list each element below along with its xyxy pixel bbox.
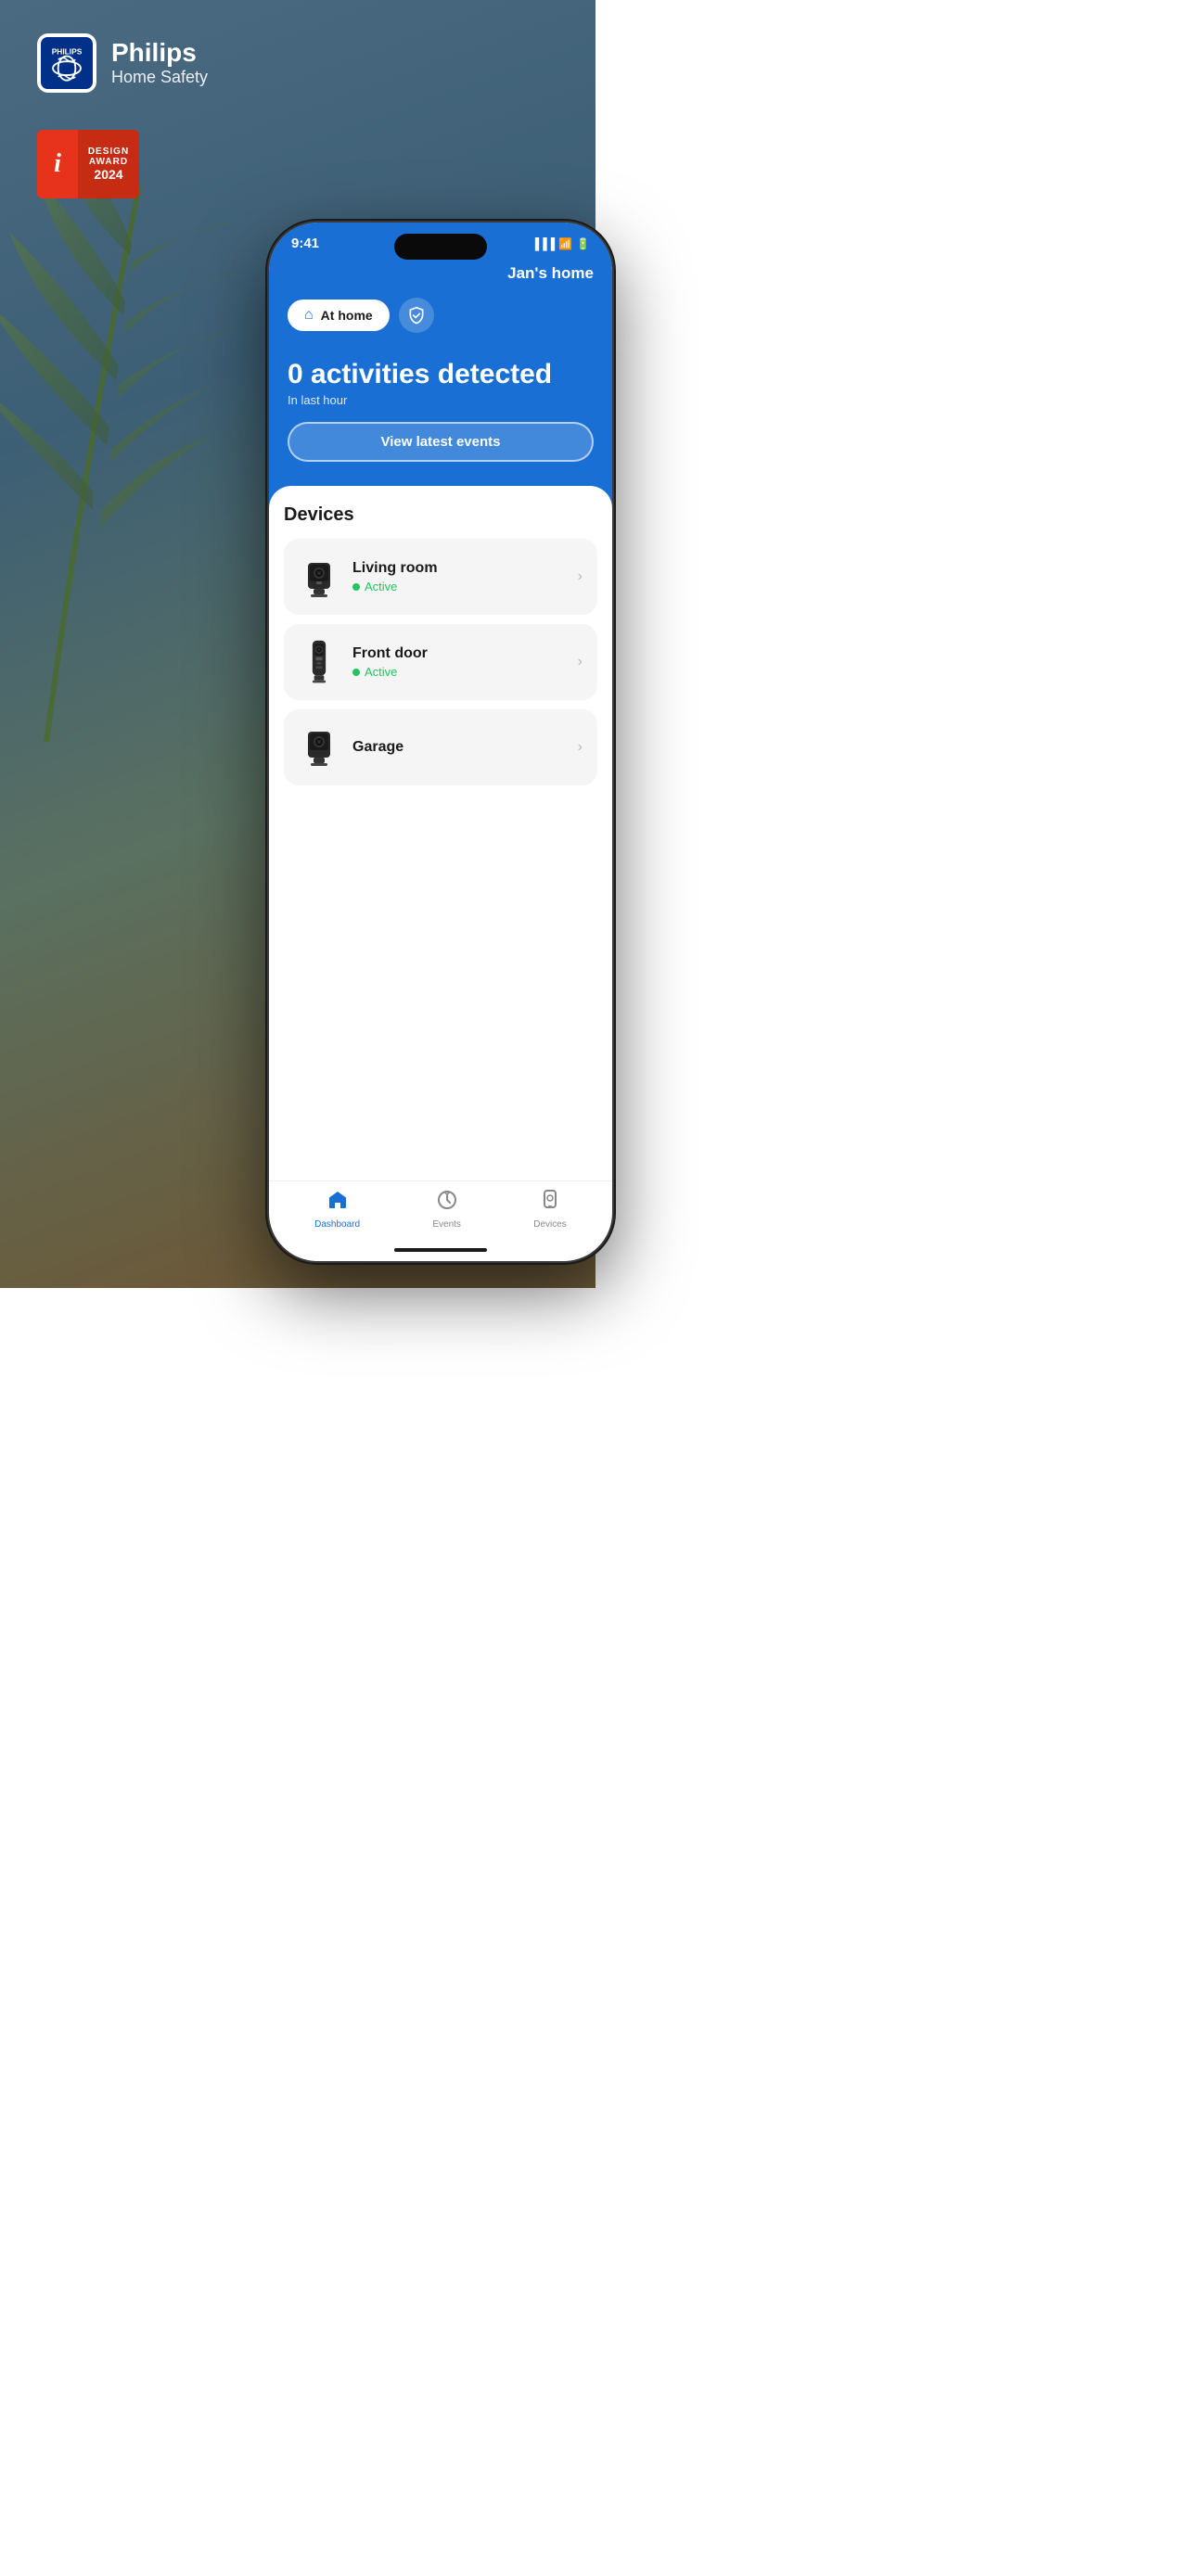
wifi-icon: 📶: [558, 237, 572, 250]
device-info-front-door: Front door Active: [352, 645, 565, 679]
if-award-label: AWARD: [89, 157, 128, 167]
device-card-front-door[interactable]: Front door Active ›: [284, 624, 597, 700]
if-badge-left: i: [37, 130, 78, 198]
device-status-living-room: Active: [352, 580, 565, 593]
devices-label: Devices: [533, 1219, 567, 1230]
status-dot-front-door: [352, 669, 360, 676]
device-image-living-room: [299, 552, 339, 602]
dynamic-island: [394, 234, 487, 260]
events-icon: [436, 1189, 458, 1217]
devices-title: Devices: [284, 504, 597, 526]
dashboard-label: Dashboard: [314, 1219, 360, 1230]
device-info-garage: Garage: [352, 739, 565, 756]
devices-icon: [539, 1189, 561, 1217]
at-home-button[interactable]: ⌂ At home: [288, 300, 390, 331]
brand-subtitle: Home Safety: [111, 68, 208, 87]
if-badge-right: DESIGN AWARD 2024: [78, 130, 139, 198]
philips-logo: PHILIPS: [37, 33, 96, 93]
activities-count: 0 activities detected: [288, 359, 594, 389]
home-icon: ⌂: [304, 307, 314, 324]
bottom-navigation: Dashboard Events: [269, 1180, 612, 1248]
chevron-right-icon-3: ›: [578, 739, 583, 756]
device-image-front-door: [299, 637, 339, 687]
if-design-label: DESIGN: [88, 147, 129, 157]
nav-dashboard[interactable]: Dashboard: [314, 1189, 360, 1230]
if-design-award-badge: i DESIGN AWARD 2024: [37, 130, 139, 198]
status-icons: ▐▐▐ 📶 🔋: [531, 237, 590, 250]
home-name: Jan's home: [288, 264, 594, 290]
home-indicator-area: [269, 1248, 612, 1261]
app-header: PHILIPS Philips Home Safety: [37, 33, 208, 93]
phone-mockup: 9:41 ▐▐▐ 📶 🔋 Jan's home ⌂ At home: [269, 223, 612, 1261]
nav-events[interactable]: Events: [432, 1189, 461, 1230]
events-label: Events: [432, 1219, 461, 1230]
svg-text:PHILIPS: PHILIPS: [52, 47, 83, 57]
shield-button[interactable]: [399, 298, 434, 333]
signal-icon: ▐▐▐: [531, 237, 556, 250]
view-events-button[interactable]: View latest events: [288, 422, 594, 462]
if-year-label: 2024: [94, 167, 122, 182]
device-status-front-door: Active: [352, 665, 565, 679]
home-indicator-bar: [394, 1248, 487, 1252]
power-button: [612, 417, 616, 491]
brand-text: Philips Home Safety: [111, 39, 208, 87]
device-name-garage: Garage: [352, 739, 565, 756]
device-image-garage: [299, 722, 339, 772]
app-blue-header: Jan's home ⌂ At home: [269, 257, 612, 340]
status-time: 9:41: [291, 236, 319, 251]
device-name-living-room: Living room: [352, 560, 565, 577]
activities-subtitle: In last hour: [288, 393, 594, 407]
phone-screen: 9:41 ▐▐▐ 📶 🔋 Jan's home ⌂ At home: [269, 223, 612, 1261]
at-home-label: At home: [321, 308, 373, 323]
activities-section: 0 activities detected In last hour View …: [269, 340, 612, 508]
device-card-living-room[interactable]: Living room Active ›: [284, 539, 597, 615]
dashboard-icon: [327, 1189, 349, 1217]
brand-name: Philips: [111, 39, 208, 68]
chevron-right-icon: ›: [578, 568, 583, 585]
status-dot-living-room: [352, 583, 360, 591]
devices-section: Devices: [269, 486, 612, 1180]
phone-frame: 9:41 ▐▐▐ 📶 🔋 Jan's home ⌂ At home: [269, 223, 612, 1261]
status-text-living-room: Active: [365, 580, 397, 593]
if-letter: i: [54, 149, 61, 179]
chevron-right-icon-2: ›: [578, 654, 583, 670]
status-text-front-door: Active: [365, 665, 397, 679]
mode-row: ⌂ At home: [288, 290, 594, 340]
battery-icon: 🔋: [576, 237, 590, 250]
device-card-garage[interactable]: Garage ›: [284, 709, 597, 785]
device-info-living-room: Living room Active: [352, 560, 565, 593]
nav-devices[interactable]: Devices: [533, 1189, 567, 1230]
device-name-front-door: Front door: [352, 645, 565, 662]
